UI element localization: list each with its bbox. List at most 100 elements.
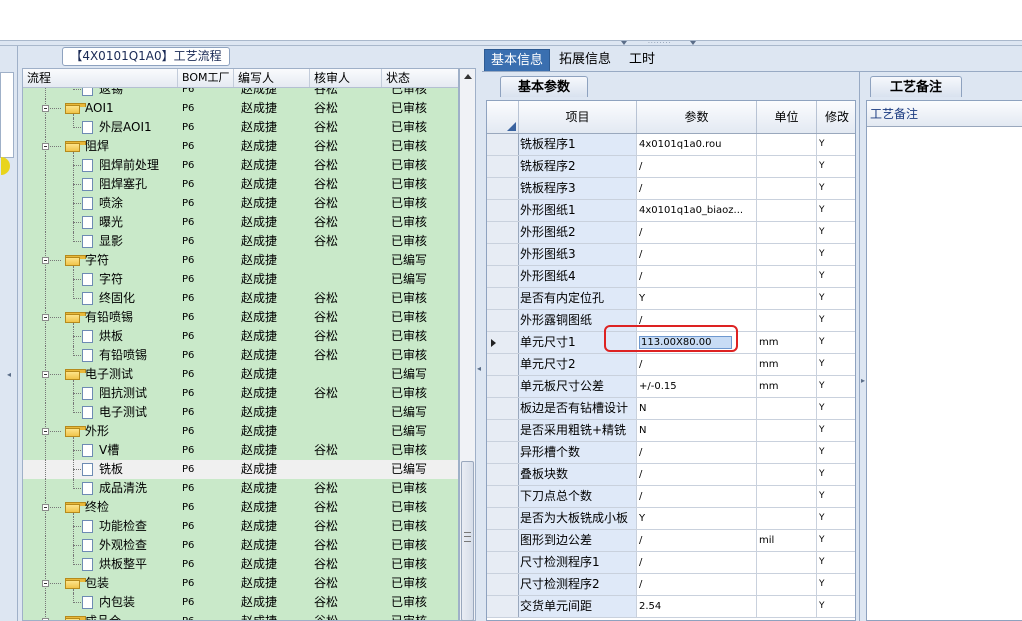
- tree-row[interactable]: 曝光 P6 赵成捷 谷松 已审核: [23, 213, 458, 232]
- tree-node-label[interactable]: 电子测试: [99, 403, 147, 422]
- tree-node-label[interactable]: 电子测试: [85, 365, 133, 384]
- tree-row[interactable]: 烘板 P6 赵成捷 谷松 已审核: [23, 327, 458, 346]
- param-modify-cell[interactable]: Y: [817, 574, 855, 595]
- tree-group-row[interactable]: 字符 P6 赵成捷 已编写: [23, 251, 458, 270]
- param-value-cell[interactable]: /: [637, 574, 757, 595]
- column-header-bom[interactable]: BOM工厂: [178, 69, 234, 87]
- tree-node-label[interactable]: 阻焊塞孔: [99, 175, 147, 194]
- tab-basic-info[interactable]: 基本信息: [484, 49, 551, 71]
- param-unit-cell[interactable]: [757, 200, 817, 221]
- param-unit-cell[interactable]: mm: [757, 376, 817, 397]
- param-unit-cell[interactable]: [757, 574, 817, 595]
- grid-row[interactable]: 是否为大板铣成小板 Y Y: [487, 508, 855, 530]
- param-unit-cell[interactable]: mm: [757, 354, 817, 375]
- tree-row[interactable]: 喷涂 P6 赵成捷 谷松 已审核: [23, 194, 458, 213]
- param-value-cell[interactable]: N: [637, 420, 757, 441]
- param-modify-cell[interactable]: Y: [817, 178, 855, 199]
- param-modify-cell[interactable]: Y: [817, 200, 855, 221]
- collapse-toggle-icon[interactable]: [42, 428, 49, 435]
- tree-node-label[interactable]: 烘板: [99, 327, 123, 346]
- tree-row[interactable]: 外层AOI1 P6 赵成捷 谷松 已审核: [23, 118, 458, 137]
- row-indicator[interactable]: [487, 310, 519, 331]
- tree-row[interactable]: 铣板 P6 赵成捷 已编写: [23, 460, 458, 479]
- param-value-cell[interactable]: /: [637, 244, 757, 265]
- param-value-cell[interactable]: /: [637, 442, 757, 463]
- param-modify-cell[interactable]: Y: [817, 530, 855, 551]
- grid-row[interactable]: 是否有内定位孔 Y Y: [487, 288, 855, 310]
- row-indicator[interactable]: [487, 530, 519, 551]
- param-unit-cell[interactable]: [757, 134, 817, 155]
- param-unit-cell[interactable]: [757, 442, 817, 463]
- tree-node-label[interactable]: 成品清洗: [99, 479, 147, 498]
- param-modify-cell[interactable]: Y: [817, 486, 855, 507]
- tree-node-label[interactable]: 曝光: [99, 213, 123, 232]
- tab-process-notes[interactable]: 工艺备注: [870, 76, 962, 97]
- row-indicator[interactable]: [487, 332, 519, 353]
- row-indicator[interactable]: [487, 508, 519, 529]
- row-indicator[interactable]: [487, 420, 519, 441]
- param-modify-cell[interactable]: Y: [817, 442, 855, 463]
- param-modify-cell[interactable]: Y: [817, 222, 855, 243]
- param-modify-cell[interactable]: Y: [817, 464, 855, 485]
- param-value-cell[interactable]: N: [637, 398, 757, 419]
- grid-row[interactable]: 单元板尺寸公差 +/-0.15 mm Y: [487, 376, 855, 398]
- row-indicator[interactable]: [487, 376, 519, 397]
- param-value-cell[interactable]: /: [637, 354, 757, 375]
- column-header-modify[interactable]: 修改: [817, 101, 855, 133]
- tree-group-row[interactable]: 外形 P6 赵成捷 已编写: [23, 422, 458, 441]
- tab-work-hours[interactable]: 工时: [623, 49, 661, 71]
- tree-group-row[interactable]: 阻焊 P6 赵成捷 谷松 已审核: [23, 137, 458, 156]
- param-value-cell[interactable]: /: [637, 464, 757, 485]
- tree-node-label[interactable]: 内包装: [99, 593, 135, 612]
- row-indicator[interactable]: [487, 244, 519, 265]
- tree-node-label[interactable]: 功能检查: [99, 517, 147, 536]
- tree-row[interactable]: 电子测试 P6 赵成捷 已编写: [23, 403, 458, 422]
- param-modify-cell[interactable]: Y: [817, 288, 855, 309]
- row-indicator[interactable]: [487, 288, 519, 309]
- param-unit-cell[interactable]: [757, 310, 817, 331]
- param-modify-cell[interactable]: Y: [817, 156, 855, 177]
- tree-row[interactable]: 终固化 P6 赵成捷 谷松 已审核: [23, 289, 458, 308]
- grid-row[interactable]: 外形图纸4/ Y: [487, 266, 855, 288]
- grid-row[interactable]: 铣板程序2/ Y: [487, 156, 855, 178]
- row-indicator[interactable]: [487, 596, 519, 617]
- grid-row[interactable]: 铣板程序3/ Y: [487, 178, 855, 200]
- param-value-cell[interactable]: /: [637, 552, 757, 573]
- param-modify-cell[interactable]: Y: [817, 596, 855, 617]
- param-modify-cell[interactable]: Y: [817, 134, 855, 155]
- collapse-arrow-icon[interactable]: [690, 41, 696, 45]
- row-indicator[interactable]: [487, 200, 519, 221]
- param-value-cell[interactable]: /: [637, 266, 757, 287]
- param-value-cell[interactable]: 4x0101q1a0_biaoz...: [637, 200, 757, 221]
- tree-row[interactable]: 外观检查 P6 赵成捷 谷松 已审核: [23, 536, 458, 555]
- tree-group-row[interactable]: 电子测试 P6 赵成捷 已编写: [23, 365, 458, 384]
- tree-row[interactable]: 功能检查 P6 赵成捷 谷松 已审核: [23, 517, 458, 536]
- param-modify-cell[interactable]: Y: [817, 332, 855, 353]
- grid-row[interactable]: 异形槽个数 / Y: [487, 442, 855, 464]
- row-indicator[interactable]: [487, 354, 519, 375]
- grid-row[interactable]: 交货单元间距 2.54 Y: [487, 596, 855, 618]
- tab-basic-params[interactable]: 基本参数: [500, 76, 588, 97]
- grid-row[interactable]: 单元尺寸2/mm Y: [487, 354, 855, 376]
- tree-node-label[interactable]: 返锡: [99, 88, 123, 99]
- tree-node-label[interactable]: 包装: [85, 574, 109, 593]
- tree-row[interactable]: 阻抗测试 P6 赵成捷 谷松 已审核: [23, 384, 458, 403]
- tree-row[interactable]: 返锡 P6 赵成捷 谷松 已审核: [23, 88, 458, 99]
- param-modify-cell[interactable]: Y: [817, 508, 855, 529]
- grid-corner[interactable]: [487, 101, 519, 133]
- row-indicator[interactable]: [487, 464, 519, 485]
- tree-scrollbar[interactable]: [459, 68, 476, 621]
- grid-row[interactable]: 铣板程序1 4x0101q1a0.rou Y: [487, 134, 855, 156]
- param-modify-cell[interactable]: Y: [817, 244, 855, 265]
- collapse-right-arrow-icon[interactable]: ▸: [861, 377, 865, 385]
- grid-row[interactable]: 图形到边公差 / mil Y: [487, 530, 855, 552]
- tree-node-label[interactable]: 喷涂: [99, 194, 123, 213]
- tree-row[interactable]: 有铅喷锡 P6 赵成捷 谷松 已审核: [23, 346, 458, 365]
- param-unit-cell[interactable]: [757, 464, 817, 485]
- column-header-param[interactable]: 参数: [637, 101, 757, 133]
- param-unit-cell[interactable]: [757, 552, 817, 573]
- tree-node-label[interactable]: 成品仓: [85, 612, 121, 620]
- tree-row[interactable]: V槽 P6 赵成捷 谷松 已审核: [23, 441, 458, 460]
- row-indicator[interactable]: [487, 552, 519, 573]
- param-value-cell[interactable]: Y: [637, 508, 757, 529]
